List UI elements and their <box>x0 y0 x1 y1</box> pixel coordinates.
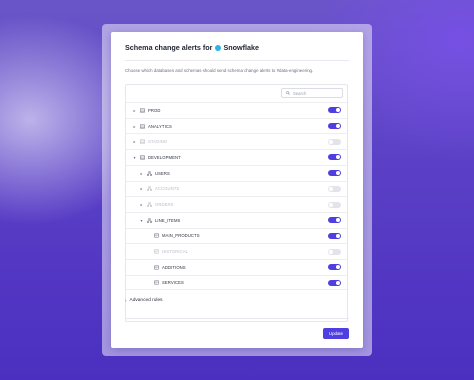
tree-row-label: PROD <box>148 107 161 113</box>
search-box[interactable] <box>281 88 343 98</box>
tree-row-label: SERVICES <box>162 280 184 286</box>
tree-row-label: MAIN_PRODUCTS <box>162 233 200 239</box>
tree-row[interactable]: ▾ LINE_ITEMS <box>126 211 347 228</box>
alert-toggle[interactable] <box>328 201 341 208</box>
table-icon <box>153 249 160 255</box>
chevron-right-icon: › <box>125 298 127 303</box>
schema-icon <box>146 186 153 192</box>
alert-toggle[interactable] <box>328 107 341 114</box>
database-icon <box>139 139 146 145</box>
chevron-down-icon[interactable]: ▾ <box>139 218 144 223</box>
schema-icon <box>146 170 153 176</box>
alert-toggle[interactable] <box>328 248 341 255</box>
tree-row-label: ORDERS <box>155 202 174 208</box>
search-input[interactable] <box>293 89 333 97</box>
chevron-right-icon[interactable]: ▸ <box>139 202 144 207</box>
chevron-down-icon[interactable]: ▾ <box>132 155 137 160</box>
dialog-description: Choose which databases and schemas shoul… <box>125 68 314 73</box>
tree-row[interactable]: ▸ PROD <box>126 102 347 118</box>
database-icon <box>139 107 146 113</box>
chevron-right-icon[interactable]: ▸ <box>139 171 144 176</box>
advanced-rules-label: Advanced rules <box>129 298 163 303</box>
table-icon <box>153 264 160 270</box>
tree-row-label: STAGING <box>148 139 168 145</box>
tree-row[interactable]: ADDITIONS <box>126 259 347 275</box>
chevron-right-icon[interactable]: ▸ <box>139 186 144 191</box>
tree-row[interactable]: HISTORICAL <box>126 243 347 259</box>
alert-toggle[interactable] <box>328 185 341 192</box>
search-icon <box>286 91 290 95</box>
tree-row[interactable]: ▸ STAGING <box>126 133 347 149</box>
database-icon <box>139 154 146 160</box>
tree-row[interactable]: ▸ ANALYTICS <box>126 117 347 134</box>
alert-toggle[interactable] <box>328 123 341 130</box>
chevron-right-icon[interactable]: ▸ <box>132 139 137 144</box>
title-divider <box>125 60 349 61</box>
tree-row-label: DEVELOPMENT <box>148 154 181 160</box>
tree-row-label: USERS <box>155 170 170 176</box>
tree-row-label: HISTORICAL <box>162 249 189 255</box>
table-icon <box>153 280 160 286</box>
alert-toggle[interactable] <box>328 264 341 271</box>
advanced-rules-toggle[interactable]: › Advanced rules <box>125 298 163 303</box>
tree-row[interactable]: ▸ USERS <box>126 164 347 181</box>
tree-row-label: LINE_ITEMS <box>155 217 181 223</box>
tree-row-label: ACCOUNTS <box>155 186 180 192</box>
alert-toggle[interactable] <box>328 217 341 224</box>
schema-icon <box>146 202 153 208</box>
tree-row-label: ANALYTICS <box>148 123 172 129</box>
dialog-title-app: Snowflake <box>223 43 260 52</box>
chevron-right-icon[interactable]: ▸ <box>132 124 137 129</box>
footer-divider <box>125 318 349 319</box>
database-icon <box>139 123 146 129</box>
schema-alerts-dialog: Schema change alerts for Snowflake Choos… <box>111 32 363 348</box>
tree-row[interactable]: ▸ ORDERS <box>126 196 347 212</box>
snowflake-icon <box>215 44 222 51</box>
tree-row-label: ADDITIONS <box>162 264 186 270</box>
tree-panel: ▸ PROD ▸ ANALYTICS ▸ STAGING ▾ DEVELOPMENT ▸ USER… <box>125 84 348 322</box>
alert-toggle[interactable] <box>328 232 341 239</box>
dialog-title-prefix: Schema change alerts for <box>125 43 213 52</box>
alert-toggle[interactable] <box>328 279 341 286</box>
tree-row[interactable]: ▸ ACCOUNTS <box>126 180 347 197</box>
alert-toggle[interactable] <box>328 138 341 145</box>
tree-row[interactable]: MAIN_PRODUCTS <box>126 227 347 244</box>
dialog-title: Schema change alerts for Snowflake <box>125 43 259 52</box>
table-icon <box>153 233 160 239</box>
chevron-right-icon[interactable]: ▸ <box>132 108 137 113</box>
schema-icon <box>146 217 153 223</box>
alert-toggle[interactable] <box>328 154 341 161</box>
tree-row[interactable]: SERVICES <box>126 274 347 291</box>
tree-row[interactable]: ▾ DEVELOPMENT <box>126 149 347 165</box>
update-button[interactable]: Update <box>323 328 349 339</box>
alert-toggle[interactable] <box>328 170 341 177</box>
